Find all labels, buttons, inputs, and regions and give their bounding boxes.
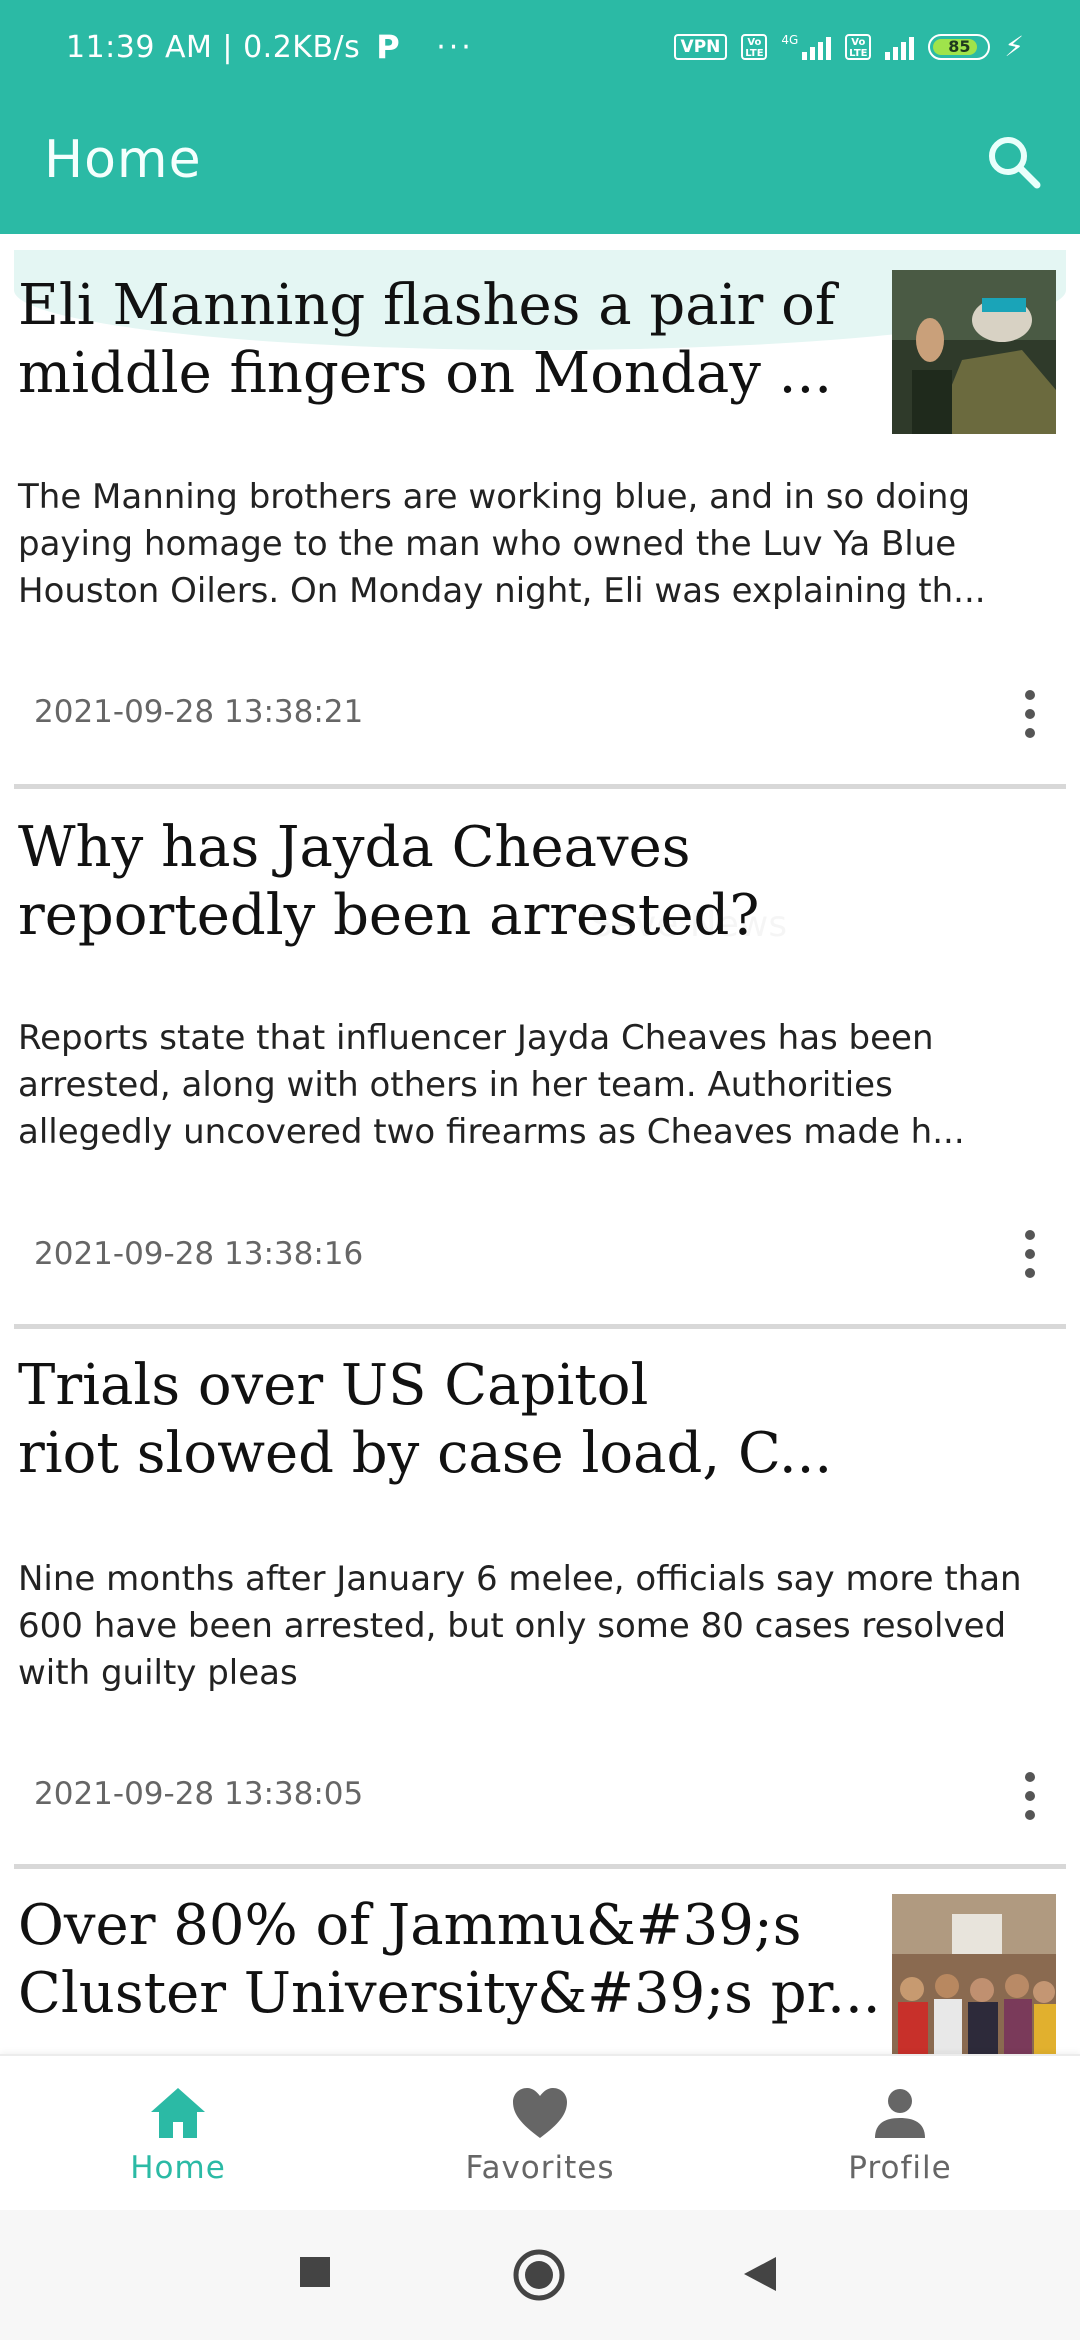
status-left: 11:39 AM | 0.2KB/s P ··· (66, 28, 474, 66)
person-icon (875, 2089, 925, 2138)
p-badge: P (376, 28, 401, 66)
article-date: 2021-09-28 13:38:21 (34, 694, 364, 730)
thumbnail-image (892, 1894, 1056, 2054)
system-home-button[interactable] (512, 2248, 566, 2306)
more-notifications: ··· (436, 29, 474, 65)
nav-favorites-label: Favorites (465, 2150, 615, 2186)
article-thumbnail[interactable] (892, 1894, 1056, 2054)
battery-level: 85 (948, 37, 971, 56)
page-title: Home (44, 130, 202, 190)
signal-icon-2 (885, 34, 915, 60)
square-icon (300, 2257, 330, 2287)
nav-favorites[interactable]: Favorites (410, 2076, 670, 2186)
article-thumbnail[interactable] (892, 270, 1056, 434)
article-title[interactable]: Eli Manning flashes a pair of middle fin… (18, 272, 836, 408)
article-description: Reports state that influencer Jayda Chea… (18, 1018, 965, 1152)
network-type: 4G (781, 32, 799, 47)
status-time-speed: 11:39 AM | 0.2KB/s (66, 29, 361, 65)
charging-icon: ⚡ (1004, 30, 1024, 63)
article-title-line: Cluster University&#39;s pr... (18, 1961, 881, 2026)
thumbnail-image (892, 270, 1056, 434)
system-navigation-bar (0, 2210, 1080, 2340)
bottom-navigation: Home Favorites Profile (0, 2054, 1080, 2212)
recents-button[interactable] (298, 2255, 332, 2293)
app-bar: Home (0, 100, 1080, 234)
more-options-button[interactable] (1020, 1772, 1040, 1826)
article-title-line: Trials over US Capitol (18, 1353, 649, 1418)
search-icon (989, 137, 1041, 189)
status-bar: 11:39 AM | 0.2KB/s P ··· VPN Vo LTE 4G V… (0, 0, 1080, 100)
article-title[interactable]: Trials over US Capitol riot slowed by ca… (18, 1352, 832, 1488)
volte-badge-1: Vo LTE (741, 33, 768, 60)
article-title[interactable]: Over 80% of Jammu&#39;s Cluster Universi… (18, 1892, 881, 2028)
more-options-button[interactable] (1020, 690, 1040, 744)
article-description: Nine months after January 6 melee, offic… (18, 1559, 1022, 1693)
more-options-button[interactable] (1020, 1230, 1040, 1284)
signal-icon (802, 34, 832, 60)
nav-home-label: Home (130, 2150, 226, 2186)
article-date: 2021-09-28 13:38:05 (34, 1776, 364, 1812)
status-right: VPN Vo LTE 4G Vo LTE 85 ⚡ (673, 30, 1024, 63)
article-title-line: Over 80% of Jammu&#39;s (18, 1893, 802, 1958)
home-icon (151, 2088, 205, 2138)
article-title-line: middle fingers on Monday ... (18, 341, 833, 406)
volte-badge-2: Vo LTE (845, 33, 872, 60)
nav-profile-label: Profile (848, 2150, 952, 2186)
nav-profile[interactable]: Profile (770, 2076, 1030, 2186)
heart-icon (513, 2088, 567, 2138)
article-description: The Manning brothers are working blue, a… (18, 477, 986, 611)
nav-home[interactable]: Home (48, 2076, 308, 2186)
back-button[interactable] (742, 2255, 778, 2297)
vpn-badge: VPN (673, 33, 728, 60)
news-feed[interactable]: Eli Manning flashes a pair of middle fin… (0, 234, 1080, 2054)
circle-icon (513, 2249, 565, 2301)
save-news-ghost: Save News (590, 904, 787, 945)
article-title-line: riot slowed by case load, C... (18, 1421, 833, 1486)
triangle-back-icon (744, 2257, 776, 2291)
article-title-line: Eli Manning flashes a pair of (18, 273, 836, 338)
article-date: 2021-09-28 13:38:16 (34, 1236, 364, 1272)
battery-icon: 85 (928, 33, 991, 60)
search-button[interactable] (982, 130, 1046, 194)
